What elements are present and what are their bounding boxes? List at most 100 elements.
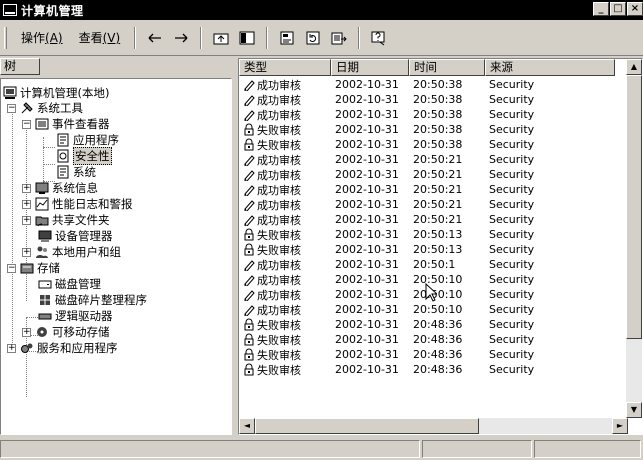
event-row[interactable]: 成功审核 2002-10-31 20:50:21 Security [239, 197, 615, 212]
event-row[interactable]: 失败审核 2002-10-31 20:50:13 Security [239, 242, 615, 257]
vertical-scroll-thumb[interactable] [626, 75, 642, 339]
tree-item-defragmenter[interactable]: 磁盘碎片整理程序 [38, 292, 147, 308]
event-row[interactable]: 成功审核 2002-10-31 20:50:10 Security [239, 302, 615, 317]
menu-view-accel: (V) [102, 31, 121, 45]
event-time-cell: 20:50:21 [413, 153, 463, 166]
forward-button[interactable] [170, 27, 192, 49]
back-button[interactable] [144, 27, 166, 49]
event-type-text: 成功审核 [257, 183, 301, 197]
event-source-cell: Security [489, 168, 535, 181]
event-type-cell: 失败审核 [239, 242, 331, 258]
expand-toggle[interactable]: + [22, 199, 31, 209]
tree-item-label: 应用程序 [73, 133, 119, 147]
up-level-button[interactable] [210, 27, 232, 49]
scroll-up-button[interactable]: ▲ [626, 59, 642, 75]
expand-toggle[interactable]: + [22, 215, 31, 225]
column-header-source[interactable]: 来源 [485, 59, 615, 76]
tree-item-disk-management[interactable]: 磁盘管理 [38, 276, 101, 292]
close-button[interactable]: × [627, 2, 643, 16]
expand-toggle[interactable]: + [22, 327, 31, 337]
tree-item-computer-management[interactable]: 计算机管理(本地) [3, 85, 109, 101]
event-row[interactable]: 失败审核 2002-10-31 20:50:13 Security [239, 227, 615, 242]
maximize-button[interactable]: □ [610, 2, 626, 16]
tree-item-shared-folders[interactable]: + 共享文件夹 [22, 212, 110, 228]
success-audit-icon [244, 80, 255, 91]
event-type-cell: 成功审核 [239, 302, 331, 318]
event-row[interactable]: 成功审核 2002-10-31 20:50:21 Security [239, 212, 615, 227]
collapse-toggle[interactable]: − [7, 103, 16, 113]
event-source-cell: Security [489, 198, 535, 211]
scroll-left-button[interactable]: ◄ [239, 418, 255, 434]
column-header-time[interactable]: 时间 [409, 59, 485, 76]
expand-toggle[interactable]: + [7, 343, 16, 353]
tree-item-system-info[interactable]: + 系统信息 [22, 180, 98, 196]
status-bar [0, 440, 643, 460]
event-type-cell: 成功审核 [239, 77, 331, 93]
event-time-cell: 20:50:21 [413, 168, 463, 181]
tree-item-logical-drives[interactable]: 逻辑驱动器 [38, 308, 113, 324]
success-audit-icon [244, 170, 255, 181]
security-log-icon [57, 149, 69, 163]
tree-item-performance[interactable]: + 性能日志和警报 [22, 196, 133, 212]
event-row[interactable]: 成功审核 2002-10-31 20:50:1 Security [239, 257, 615, 272]
horizontal-scroll-thumb[interactable] [255, 418, 479, 434]
tree-item-event-viewer[interactable]: − 事件查看器 [22, 116, 110, 132]
horizontal-scrollbar[interactable]: ◄ ► [239, 418, 628, 434]
event-row[interactable]: 失败审核 2002-10-31 20:48:36 Security [239, 317, 615, 332]
properties-button[interactable] [276, 27, 298, 49]
event-row[interactable]: 失败审核 2002-10-31 20:48:36 Security [239, 332, 615, 347]
scroll-down-button[interactable]: ▼ [626, 402, 642, 418]
event-row[interactable]: 失败审核 2002-10-31 20:50:38 Security [239, 122, 615, 137]
event-type-cell: 失败审核 [239, 317, 331, 333]
event-row[interactable]: 成功审核 2002-10-31 20:50:21 Security [239, 167, 615, 182]
minimize-button[interactable]: _ [593, 2, 609, 16]
column-header-date[interactable]: 日期 [331, 59, 409, 76]
event-row[interactable]: 失败审核 2002-10-31 20:50:38 Security [239, 137, 615, 152]
event-row[interactable]: 失败审核 2002-10-31 20:48:36 Security [239, 362, 615, 377]
vertical-scrollbar[interactable]: ▲ ▼ [626, 59, 642, 418]
tree-item-security-log[interactable]: 安全性 [56, 147, 112, 165]
show-hide-tree-button[interactable] [236, 27, 258, 49]
event-date-cell: 2002-10-31 [335, 348, 399, 361]
column-header-type[interactable]: 类型 [239, 59, 331, 76]
event-row[interactable]: 成功审核 2002-10-31 20:50:38 Security [239, 107, 615, 122]
tree-item-system-log[interactable]: 系统 [56, 164, 96, 180]
refresh-button[interactable] [302, 27, 324, 49]
success-audit-icon [244, 260, 255, 271]
expand-toggle[interactable]: + [22, 183, 31, 193]
event-row[interactable]: 成功审核 2002-10-31 20:50:21 Security [239, 152, 615, 167]
collapse-toggle[interactable]: − [7, 263, 16, 273]
event-row[interactable]: 成功审核 2002-10-31 20:50:38 Security [239, 92, 615, 107]
event-time-cell: 20:48:36 [413, 363, 463, 376]
export-list-button[interactable] [328, 27, 350, 49]
tree-item-label: 设备管理器 [55, 229, 113, 243]
status-panel-2 [422, 440, 532, 458]
expand-toggle[interactable]: + [22, 247, 31, 257]
event-row[interactable]: 成功审核 2002-10-31 20:50:21 Security [239, 182, 615, 197]
event-time-cell: 20:50:38 [413, 93, 463, 106]
console-tree[interactable]: 计算机管理(本地) − 系统工具 − 事件查看器 应用程序 安全性 系统 + 系… [0, 78, 232, 435]
event-list[interactable]: 成功审核 2002-10-31 20:50:38 Security 成功审核 2002-1… [239, 77, 615, 377]
menu-view[interactable]: 查看(V) [71, 27, 129, 48]
tree-item-removable-storage[interactable]: + 可移动存储 [22, 324, 110, 340]
tree-item-storage[interactable]: − 存储 [7, 260, 60, 276]
tree-item-application-log[interactable]: 应用程序 [56, 132, 119, 148]
event-type-text: 成功审核 [257, 93, 301, 107]
help-button[interactable] [368, 27, 390, 49]
tree-item-label: 计算机管理(本地) [20, 86, 110, 100]
menu-action[interactable]: 操作(A) [13, 27, 71, 48]
event-time-cell: 20:50:38 [413, 78, 463, 91]
tree-item-local-users[interactable]: + 本地用户和组 [22, 244, 121, 260]
event-type-cell: 成功审核 [239, 197, 331, 213]
tree-item-system-tools[interactable]: − 系统工具 [7, 100, 83, 116]
scroll-right-button[interactable]: ► [612, 418, 628, 434]
title-bar: 计算机管理 _ □ × [0, 0, 643, 20]
status-panel-main [0, 440, 420, 458]
event-row[interactable]: 失败审核 2002-10-31 20:48:36 Security [239, 347, 615, 362]
toolbar-grip[interactable] [4, 26, 7, 49]
event-row[interactable]: 成功审核 2002-10-31 20:50:38 Security [239, 77, 615, 92]
event-type-cell: 成功审核 [239, 107, 331, 123]
tree-item-device-manager[interactable]: 设备管理器 [38, 228, 113, 244]
collapse-toggle[interactable]: − [22, 119, 31, 129]
tree-item-services-apps[interactable]: + 服务和应用程序 [7, 340, 118, 356]
